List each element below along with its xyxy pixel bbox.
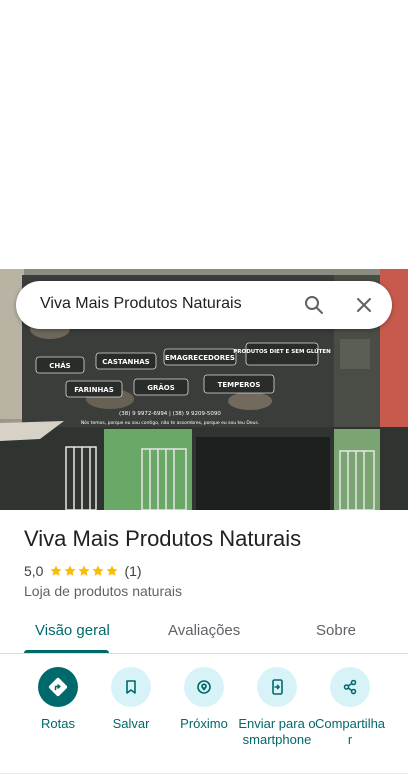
bookmark-icon: [111, 667, 151, 707]
sign-item-temperos: TEMPEROS: [218, 381, 261, 389]
sign-item-emagrecedores: EMAGRECEDORES: [165, 354, 235, 362]
tab-active-indicator: [24, 650, 109, 653]
directions-label: Rotas: [41, 716, 75, 731]
star-icon: [64, 565, 77, 576]
directions-button[interactable]: Rotas: [20, 667, 96, 732]
map-area[interactable]: [0, 0, 408, 270]
nearby-button[interactable]: Próximo: [166, 667, 242, 732]
save-button[interactable]: Salvar: [93, 667, 169, 732]
rating-value: 5,0: [24, 563, 44, 579]
tab-reviews[interactable]: Avaliações: [168, 622, 240, 639]
star-icon: [78, 565, 91, 576]
star-icon: [92, 565, 105, 576]
sign-item-castanhas: CASTANHAS: [102, 358, 149, 366]
send-to-phone-label: Enviar para o smartphone: [238, 716, 316, 747]
tab-overview[interactable]: Visão geral: [35, 622, 110, 639]
send-to-phone-icon: [257, 667, 297, 707]
tab-about[interactable]: Sobre: [316, 622, 356, 639]
tab-bar: Visão geral Avaliações Sobre: [0, 606, 408, 654]
sign-item-graos: GRÃOS: [147, 383, 175, 392]
search-bar[interactable]: Viva Mais Produtos Naturais: [16, 281, 392, 329]
star-icon: [50, 565, 63, 576]
search-icon[interactable]: [302, 293, 326, 317]
divider: [0, 773, 408, 774]
review-count[interactable]: (1): [124, 563, 141, 579]
sign-item-farinhas: FARINHAS: [74, 386, 114, 394]
sign-item-chas: CHÁS: [49, 361, 70, 370]
sign-slogan: Nós temos, porque eu sou contigo, não te…: [81, 419, 259, 426]
send-to-phone-button[interactable]: Enviar para o smartphone: [238, 667, 316, 748]
share-button[interactable]: Compartilhar: [312, 667, 388, 748]
action-bar: Rotas Salvar Próximo Enviar para o smart…: [0, 667, 408, 767]
save-label: Salvar: [112, 716, 150, 731]
star-icon: [106, 565, 119, 576]
place-title: Viva Mais Produtos Naturais: [24, 526, 302, 551]
place-category[interactable]: Loja de produtos naturais: [24, 583, 182, 599]
sign-phones: (38) 9 9972-6994 | (38) 9 9209-5090: [119, 411, 221, 417]
rating-row[interactable]: 5,0 (1): [24, 562, 142, 580]
search-input[interactable]: Viva Mais Produtos Naturais: [40, 295, 242, 313]
directions-icon: [38, 667, 78, 707]
sign-item-diet: PRODUTOS DIET E SEM GLÚTEN: [233, 348, 331, 355]
share-icon: [330, 667, 370, 707]
nearby-label: Próximo: [180, 716, 228, 731]
rating-stars: [49, 564, 119, 578]
share-label: Compartilhar: [314, 716, 386, 747]
close-icon[interactable]: [352, 293, 376, 317]
nearby-icon: [184, 667, 224, 707]
